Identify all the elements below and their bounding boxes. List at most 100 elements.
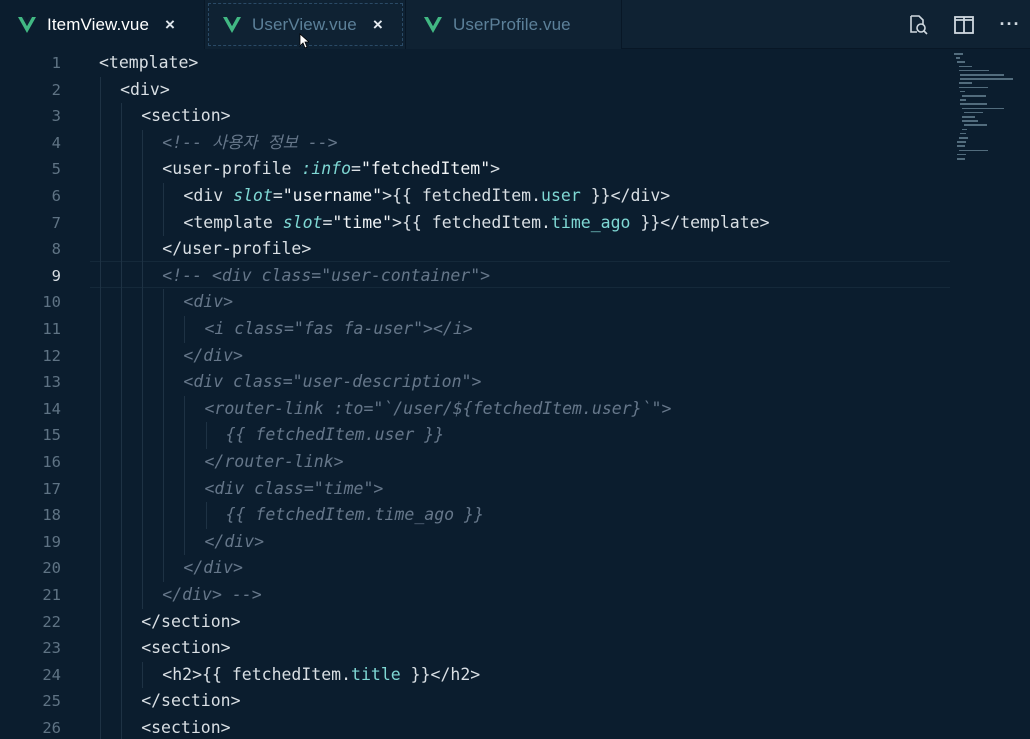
indent-guide bbox=[100, 395, 101, 423]
indent-guide bbox=[121, 369, 123, 396]
code-token: title bbox=[351, 664, 401, 684]
indent-guide bbox=[142, 502, 144, 529]
indent-guide bbox=[142, 236, 144, 263]
code-line[interactable]: </div> bbox=[205, 529, 265, 556]
tab-userprofile[interactable]: UserProfile.vue bbox=[406, 0, 622, 49]
indent-guide bbox=[121, 635, 123, 662]
code-line[interactable]: <!-- <div class="user-container"> bbox=[162, 263, 490, 290]
more-actions-button[interactable]: ··· bbox=[998, 13, 1022, 37]
code-token: <div> bbox=[120, 79, 170, 99]
indent-guide bbox=[184, 395, 186, 423]
minimap-line bbox=[963, 111, 984, 114]
code-line[interactable]: <h2>{{ fetchedItem.title }}</h2> bbox=[162, 662, 480, 689]
code-line[interactable]: <i class="fas fa-user"></i> bbox=[205, 316, 473, 343]
tab-itemview[interactable]: ItemView.vue × bbox=[0, 0, 205, 49]
indent-guide bbox=[100, 422, 101, 449]
line-number: 6 bbox=[51, 187, 61, 205]
line-number: 4 bbox=[51, 133, 61, 152]
line-number: 26 bbox=[42, 719, 61, 737]
code-line[interactable]: <div slot="username">{{ fetchedItem.user… bbox=[183, 183, 670, 210]
line-number-gutter: 1 2 3 4 5 6 7 8 9 10 11 12 13 14 15 16 17 18 19 20 21 22 23 24 2… bbox=[0, 49, 90, 739]
indent-guide bbox=[100, 156, 101, 183]
indent-guide bbox=[142, 129, 144, 157]
code-token: :info bbox=[301, 159, 352, 179]
code-area[interactable]: <template> <div> <section> <!-- 사용자 정보 --> <… bbox=[99, 49, 949, 739]
indent-guide bbox=[100, 342, 101, 370]
line-number: 25 bbox=[42, 692, 61, 711]
minimap-line bbox=[962, 128, 968, 131]
code-token: "fetchedItem" bbox=[360, 159, 491, 179]
indent-guide bbox=[205, 502, 207, 529]
line-number: 13 bbox=[42, 373, 61, 392]
indent-guide bbox=[142, 342, 144, 370]
code-line[interactable]: <div class="time"> bbox=[205, 476, 384, 503]
code-line[interactable]: <div> bbox=[183, 289, 233, 316]
indent-guide bbox=[142, 156, 144, 183]
indent-guide bbox=[142, 289, 144, 316]
indent-guide bbox=[121, 209, 123, 237]
code-token: <!-- <div class="user-container"> bbox=[162, 265, 491, 285]
tab-label: UserView.vue bbox=[252, 14, 357, 34]
indent-guide bbox=[100, 688, 101, 715]
minimap[interactable] bbox=[950, 49, 1030, 169]
editor-tab-bar: ItemView.vue × UserView.vue × UserProfil… bbox=[0, 0, 1030, 49]
code-line[interactable]: </router-link> bbox=[205, 449, 344, 476]
indent-guide bbox=[100, 262, 101, 290]
close-icon[interactable]: × bbox=[163, 15, 177, 35]
code-token: <i class="fas fa-user"></i> bbox=[204, 319, 473, 338]
code-line[interactable]: {{ fetchedItem.user }} bbox=[226, 422, 445, 449]
code-line[interactable]: <section> bbox=[141, 715, 230, 739]
indent-guide bbox=[121, 262, 123, 290]
code-editor[interactable]: 1 2 3 4 5 6 7 8 9 10 11 12 13 14 15 16 17 18 19 20 21 22 23 24 2… bbox=[0, 49, 1030, 739]
code-line[interactable]: </div> --> bbox=[162, 582, 261, 609]
line-number: 20 bbox=[42, 559, 61, 578]
indent-guide bbox=[121, 715, 123, 739]
indent-guide bbox=[100, 715, 101, 739]
indent-guide bbox=[100, 209, 101, 237]
search-file-icon bbox=[910, 14, 928, 35]
code-line[interactable]: </section> bbox=[141, 609, 240, 636]
split-editor-button[interactable] bbox=[952, 13, 976, 37]
code-token: <router-link :to="`/user/${fetchedItem.u… bbox=[204, 398, 672, 418]
tab-label: UserProfile.vue bbox=[453, 14, 571, 34]
indent-guide bbox=[121, 475, 123, 503]
code-token: "username" bbox=[282, 186, 383, 205]
indent-guide bbox=[100, 582, 101, 609]
code-token: </section> bbox=[141, 691, 241, 711]
indent-guide bbox=[163, 422, 165, 449]
code-token: > bbox=[490, 159, 501, 179]
minimap-line bbox=[955, 57, 961, 59]
code-token: }}</h2> bbox=[400, 664, 481, 684]
indent-guide bbox=[142, 661, 144, 689]
indent-guide bbox=[121, 661, 123, 689]
code-line[interactable]: </div> bbox=[183, 343, 243, 370]
minimap-line bbox=[954, 53, 963, 55]
code-line[interactable]: </section> bbox=[141, 688, 240, 715]
code-line[interactable]: </div> bbox=[183, 555, 243, 582]
minimap-line bbox=[963, 124, 987, 126]
code-line[interactable]: <!-- 사용자 정보 --> bbox=[162, 130, 337, 157]
code-line[interactable]: <div> bbox=[120, 77, 170, 104]
indent-guide bbox=[184, 449, 186, 476]
code-line[interactable]: <section> bbox=[141, 635, 230, 662]
close-icon[interactable]: × bbox=[371, 15, 385, 35]
code-line[interactable]: <div class="user-description"> bbox=[183, 369, 481, 396]
code-line[interactable]: </user-profile> bbox=[162, 236, 311, 263]
line-number: 2 bbox=[51, 80, 61, 99]
indent-guide bbox=[163, 555, 165, 582]
indent-guide bbox=[100, 103, 101, 130]
code-token: <section> bbox=[141, 106, 231, 126]
code-line[interactable]: <router-link :to="`/user/${fetchedItem.u… bbox=[205, 396, 672, 423]
minimap-line bbox=[962, 120, 979, 122]
code-line[interactable]: <template slot="time">{{ fetchedItem.tim… bbox=[183, 210, 769, 237]
code-token: </router-link> bbox=[204, 452, 344, 471]
search-file-button[interactable] bbox=[906, 13, 930, 37]
code-token: <template bbox=[183, 212, 283, 232]
code-line[interactable]: {{ fetchedItem.time_ago }} bbox=[226, 502, 484, 529]
code-line[interactable]: <template> bbox=[99, 50, 198, 77]
code-line[interactable]: <section> bbox=[141, 103, 230, 130]
indent-guide bbox=[163, 289, 165, 316]
code-token: user bbox=[541, 186, 581, 205]
indent-guide bbox=[100, 316, 101, 343]
code-line[interactable]: <user-profile :info="fetchedItem"> bbox=[162, 156, 500, 183]
